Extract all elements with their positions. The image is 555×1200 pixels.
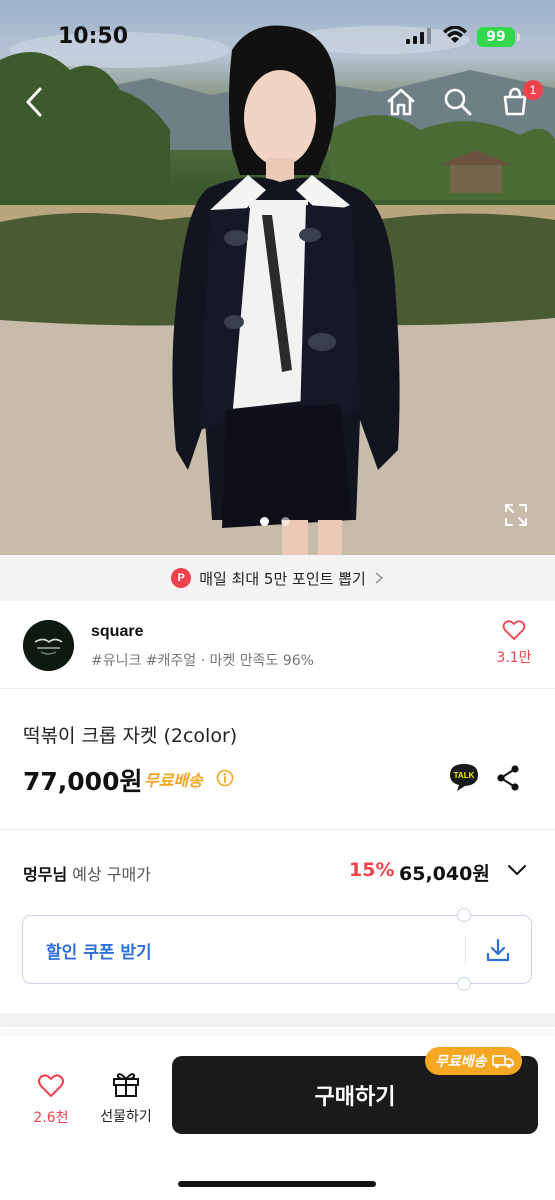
free-shipping-label: 무료배송 (144, 771, 203, 790)
section-divider (0, 829, 555, 830)
seller-avatar[interactable] (23, 620, 74, 671)
coupon-notch-top (457, 908, 471, 922)
expected-price-text: 예상 구매가 (72, 865, 151, 884)
free-shipping-badge: 무료배송 (425, 1047, 522, 1075)
point-promo-text: 매일 최대 5만 포인트 뽑기 (199, 569, 366, 588)
share-icon[interactable] (495, 764, 521, 792)
chevron-down-icon[interactable] (507, 863, 527, 877)
home-button[interactable] (383, 84, 419, 120)
gallery-dot-2[interactable] (281, 517, 290, 526)
talk-icon: TALK (450, 764, 478, 791)
gallery-dot-1[interactable] (260, 517, 269, 526)
coupon-download-button[interactable]: 할인 쿠폰 받기 (22, 908, 532, 991)
product-like-button[interactable]: 2.6천 (28, 1073, 74, 1127)
cart-count-badge: 1 (523, 80, 543, 100)
discount-rate: 15% (349, 859, 395, 881)
battery-tip (517, 33, 520, 41)
seller-like-count: 3.1만 (496, 650, 532, 666)
battery-indicator: 99 (477, 27, 515, 47)
member-price: 65,040원 (399, 863, 490, 885)
heart-outline-icon (502, 620, 526, 640)
kakao-talk-button[interactable]: TALK (448, 762, 480, 796)
coupon-separator (465, 936, 466, 964)
product-title: 떡볶이 크롭 자켓 (2color) (23, 725, 238, 747)
seller-logo (23, 620, 74, 671)
heart-outline-icon (38, 1074, 64, 1097)
home-indicator (178, 1181, 376, 1187)
product-image[interactable]: 10:50 99 1 (0, 0, 555, 555)
product-price: 77,000원 (23, 767, 143, 796)
search-button[interactable] (440, 84, 476, 120)
chevron-right-icon (375, 572, 384, 584)
download-icon (486, 938, 510, 962)
info-icon[interactable] (216, 769, 234, 787)
section-gap (0, 1013, 555, 1027)
truck-icon (491, 1055, 514, 1068)
gift-button[interactable]: 선물하기 (92, 1070, 160, 1126)
search-icon (444, 88, 472, 116)
cellular-signal-icon (406, 28, 431, 44)
chevron-left-icon (26, 87, 42, 117)
gallery-pagination (260, 517, 290, 526)
expand-icon[interactable] (503, 502, 529, 528)
status-time: 10:50 (58, 24, 129, 49)
wifi-icon (443, 26, 467, 43)
gift-icon (113, 1073, 139, 1097)
free-shipping-badge-text: 무료배송 (435, 1054, 487, 1070)
talk-text: TALK (454, 771, 475, 780)
coupon-label: 할인 쿠폰 받기 (46, 943, 152, 963)
seller-name[interactable]: square (91, 623, 143, 641)
home-icon (387, 88, 415, 116)
gift-label: 선물하기 (100, 1109, 152, 1125)
member-expected-price-label: 멍무님 예상 구매가 (23, 861, 151, 885)
product-like-count: 2.6천 (33, 1110, 69, 1126)
seller-like-button[interactable]: 3.1만 (492, 619, 536, 667)
back-button[interactable] (16, 84, 52, 120)
seller-section: square #유니크 #캐주얼 · 마켓 만족도 96% 3.1만 (0, 601, 555, 689)
coupon-notch-bottom (457, 977, 471, 991)
point-promo-banner[interactable]: P 매일 최대 5만 포인트 뽑기 (0, 555, 555, 601)
status-bar: 10:50 99 (0, 0, 555, 74)
seller-tags: #유니크 #캐주얼 · 마켓 만족도 96% (91, 653, 314, 669)
member-name: 멍무님 (23, 865, 68, 884)
bottom-action-bar: 2.6천 선물하기 구매하기 무료배송 (0, 1036, 555, 1200)
point-badge-icon: P (171, 568, 192, 588)
